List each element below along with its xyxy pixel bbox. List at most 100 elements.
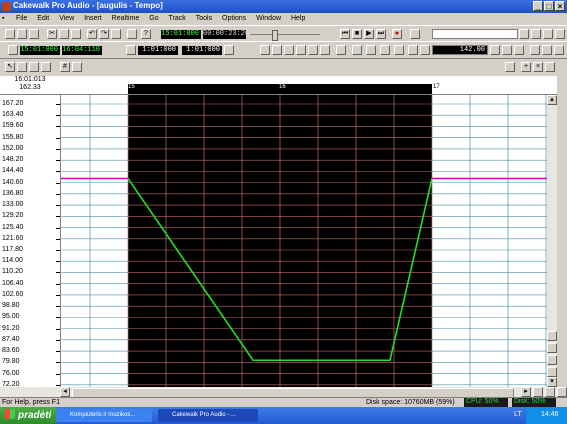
smpte-display[interactable]: 00:00:23:20 <box>203 30 249 39</box>
zoom-out-v-icon[interactable] <box>547 355 557 365</box>
vertical-scrollbar[interactable]: ▴ ▾ <box>547 95 557 387</box>
snap-settings-icon[interactable] <box>72 62 82 72</box>
insert-tempo-icon[interactable]: + <box>521 62 531 72</box>
line-tool-icon[interactable] <box>29 62 39 72</box>
tempo-edit-icon[interactable] <box>542 45 552 55</box>
piano-roll-icon[interactable] <box>284 45 294 55</box>
taskbar-item-cakewalk[interactable]: Cakewalk Pro Audio - ... <box>158 409 258 422</box>
cut-icon[interactable]: ✂ <box>47 29 57 39</box>
select-tool-icon[interactable]: ↖ <box>5 62 15 72</box>
play-icon[interactable]: ▶ <box>364 29 374 39</box>
big-time-icon[interactable] <box>366 45 376 55</box>
marker-add-icon[interactable] <box>519 29 529 39</box>
staff-view-icon[interactable] <box>308 45 318 55</box>
doc-icon[interactable]: ▪ <box>0 13 10 25</box>
loop-from-display[interactable]: 1:01:000 <box>138 46 178 55</box>
tempo-axis-tick <box>56 351 60 353</box>
menu-help[interactable]: Help <box>287 13 309 25</box>
menu-track[interactable]: Track <box>165 13 190 25</box>
from-time-display[interactable]: 15:01:000 <box>20 46 60 55</box>
stop-icon[interactable]: ■ <box>352 29 362 39</box>
scroll-up-icon[interactable]: ▴ <box>547 95 557 105</box>
tempo-ratio-2-icon[interactable] <box>502 45 512 55</box>
zoom-in-h-icon[interactable] <box>533 387 543 397</box>
start-button[interactable]: pradėti <box>0 407 60 424</box>
scroll-down-icon[interactable]: ▾ <box>547 377 557 387</box>
marker-prev-icon[interactable] <box>531 29 541 39</box>
tempo-ratio-3-icon[interactable] <box>514 45 524 55</box>
console-view-icon[interactable] <box>272 45 282 55</box>
horizontal-scrollbar[interactable]: ◂ ▸ <box>0 387 567 398</box>
language-indicator[interactable]: LT <box>514 411 522 418</box>
close-button[interactable]: × <box>555 1 565 11</box>
markers-view-icon[interactable] <box>336 45 346 55</box>
menu-tools[interactable]: Tools <box>192 13 216 25</box>
menu-go[interactable]: Go <box>145 13 162 25</box>
copy-icon[interactable] <box>59 29 69 39</box>
selection-icon[interactable] <box>8 45 18 55</box>
marker-combo[interactable] <box>432 29 518 39</box>
erase-tool-icon[interactable] <box>41 62 51 72</box>
draw-tool-icon[interactable] <box>17 62 27 72</box>
auto-punch-icon[interactable] <box>224 45 234 55</box>
marker-next-icon[interactable] <box>543 29 553 39</box>
metronome-icon[interactable] <box>410 29 420 39</box>
loop-icon[interactable] <box>126 45 136 55</box>
scroll-right-icon[interactable]: ▸ <box>521 387 531 397</box>
rewind-icon[interactable]: ⏮ <box>340 29 350 39</box>
taskbar-item-kompiuteris[interactable]: Kompiuteris ir muzikos... <box>56 409 152 422</box>
tempo-list-icon[interactable] <box>505 62 515 72</box>
menu-file[interactable]: File <box>12 13 31 25</box>
maximize-button[interactable]: □ <box>544 1 554 11</box>
event-list-icon[interactable] <box>296 45 306 55</box>
help-icon[interactable]: ? <box>141 29 151 39</box>
lyrics-view-icon[interactable] <box>320 45 330 55</box>
track-view-icon[interactable] <box>260 45 270 55</box>
menu-insert[interactable]: Insert <box>80 13 106 25</box>
video-view-icon[interactable] <box>408 45 418 55</box>
paste-icon[interactable] <box>71 29 81 39</box>
open-folder-icon[interactable] <box>17 29 27 39</box>
scroll-left-icon[interactable]: ◂ <box>60 387 70 397</box>
save-icon[interactable] <box>29 29 39 39</box>
new-file-icon[interactable] <box>5 29 15 39</box>
time-ruler[interactable]: 15 16 17 <box>60 76 557 95</box>
meter-key-icon[interactable] <box>380 45 390 55</box>
redo-icon[interactable]: ↷ <box>99 29 109 39</box>
tempo-graph[interactable] <box>61 95 547 387</box>
edit-tempo-icon[interactable] <box>545 62 555 72</box>
minimize-button[interactable]: _ <box>533 1 543 11</box>
zoom-fit-v-icon[interactable] <box>547 343 557 353</box>
menu-window[interactable]: Window <box>252 13 285 25</box>
studioware-icon[interactable] <box>420 45 430 55</box>
zoom-reset-v-icon[interactable] <box>547 367 557 377</box>
undo-history-icon[interactable] <box>111 29 121 39</box>
menu-realtime[interactable]: Realtime <box>108 13 144 25</box>
tempo-insert-icon[interactable] <box>530 45 540 55</box>
tempo-field[interactable]: 142.00 <box>432 45 488 55</box>
zoom-fit-h-icon[interactable] <box>557 387 567 397</box>
menu-edit[interactable]: Edit <box>33 13 53 25</box>
record-icon[interactable]: ● <box>392 29 402 39</box>
tempo-ratio-1-icon[interactable] <box>490 45 500 55</box>
menu-view[interactable]: View <box>55 13 78 25</box>
tempo-view-icon[interactable] <box>394 45 404 55</box>
tempo-plot[interactable] <box>61 95 547 387</box>
now-time-display[interactable]: 15:01:000 <box>161 30 201 39</box>
thru-time-display[interactable]: 16:04:110 <box>62 46 102 55</box>
print-icon[interactable] <box>127 29 137 39</box>
undo-icon[interactable]: ↶ <box>87 29 97 39</box>
sysx-view-icon[interactable] <box>352 45 362 55</box>
snap-grid-icon[interactable]: # <box>60 62 70 72</box>
zoom-in-v-icon[interactable] <box>547 331 557 341</box>
app-icon[interactable] <box>2 2 11 11</box>
tempo-delete-icon[interactable] <box>554 45 564 55</box>
fast-forward-icon[interactable]: ⏭ <box>376 29 386 39</box>
now-slider-thumb[interactable] <box>272 30 278 41</box>
delete-tempo-icon[interactable]: × <box>533 62 543 72</box>
marker-list-icon[interactable] <box>555 29 565 39</box>
loop-thru-display[interactable]: 1:01:000 <box>182 46 222 55</box>
zoom-out-h-icon[interactable] <box>545 387 555 397</box>
now-slider-track[interactable] <box>250 34 320 35</box>
menu-options[interactable]: Options <box>218 13 250 25</box>
